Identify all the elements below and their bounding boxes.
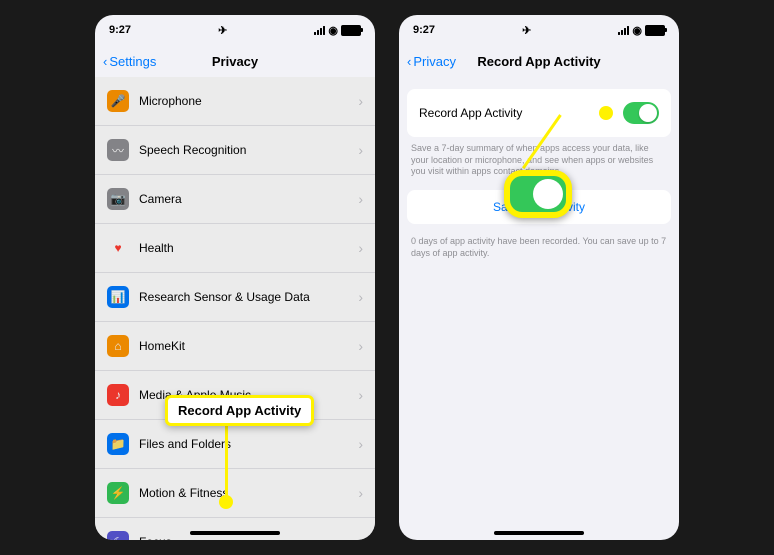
privacy-list: 🎤Microphone›〰Speech Recognition›📷Camera›…: [95, 77, 375, 540]
app-icon: 📷: [107, 188, 129, 210]
row-label: Speech Recognition: [139, 143, 358, 157]
back-label: Privacy: [413, 54, 456, 69]
annotation-dot: [219, 495, 233, 509]
toggle-label: Record App Activity: [419, 106, 623, 120]
app-icon: ♪: [107, 384, 129, 406]
wifi-icon: ◉: [328, 24, 338, 37]
phone-privacy-settings: 9:27 ✈ ◉ ‹ Settings Privacy 🎤Microphone›…: [95, 15, 375, 540]
list-item[interactable]: 📷 Camera›: [95, 175, 375, 224]
list-item[interactable]: 📊 Research Sensor & Usage Data›: [95, 273, 375, 322]
app-icon: ⌂: [107, 335, 129, 357]
back-button[interactable]: ‹ Settings: [103, 54, 156, 69]
annotation-dot: [599, 106, 613, 120]
home-indicator: [494, 531, 584, 535]
callout-toggle-icon: [504, 170, 572, 218]
battery-icon: [645, 25, 665, 36]
record-toggle-row[interactable]: Record App Activity: [407, 89, 671, 137]
nav-bar: ‹ Privacy Record App Activity: [399, 45, 679, 77]
app-icon: 📊: [107, 286, 129, 308]
page-title: Privacy: [212, 54, 258, 69]
status-time: 9:27: [109, 24, 131, 36]
list-item[interactable]: 〰 Speech Recognition›: [95, 126, 375, 175]
back-label: Settings: [109, 54, 156, 69]
chevron-right-icon: ›: [358, 142, 363, 158]
list-item[interactable]: 🎤 Microphone›: [95, 77, 375, 126]
app-icon: ☾: [107, 531, 129, 540]
list-item[interactable]: 📁 Files and Folders›: [95, 420, 375, 469]
annotation-line: [225, 423, 228, 499]
chevron-right-icon: ›: [358, 191, 363, 207]
list-item[interactable]: ⌂ HomeKit›: [95, 322, 375, 371]
chevron-right-icon: ›: [358, 436, 363, 452]
row-label: Research Sensor & Usage Data: [139, 290, 358, 304]
row-label: HomeKit: [139, 339, 358, 353]
record-toggle[interactable]: [623, 102, 659, 124]
app-icon: ⚡: [107, 482, 129, 504]
chevron-right-icon: ›: [358, 485, 363, 501]
battery-icon: [341, 25, 361, 36]
status-time: 9:27: [413, 24, 435, 36]
row-label: Motion & Fitness: [139, 486, 358, 500]
row-label: Microphone: [139, 94, 358, 108]
status-indicators: ◉: [618, 24, 665, 37]
callout-record-app-activity: Record App Activity: [165, 395, 314, 426]
save-description: 0 days of app activity have been recorde…: [399, 230, 679, 265]
chevron-left-icon: ‹: [103, 54, 107, 69]
status-bar: 9:27 ✈ ◉: [399, 15, 679, 45]
page-title: Record App Activity: [477, 54, 600, 69]
chevron-right-icon: ›: [358, 534, 363, 540]
chevron-right-icon: ›: [358, 387, 363, 403]
wifi-icon: ◉: [632, 24, 642, 37]
row-label: Camera: [139, 192, 358, 206]
signal-icon: [618, 26, 629, 35]
chevron-right-icon: ›: [358, 338, 363, 354]
app-icon: 〰: [107, 139, 129, 161]
scroll-content[interactable]: 🎤Microphone›〰Speech Recognition›📷Camera›…: [95, 77, 375, 540]
app-icon: 📁: [107, 433, 129, 455]
app-icon: ♥: [107, 237, 129, 259]
back-button[interactable]: ‹ Privacy: [407, 54, 456, 69]
row-label: Focus: [139, 535, 358, 540]
app-icon: 🎤: [107, 90, 129, 112]
status-indicators: ◉: [314, 24, 361, 37]
row-label: Health: [139, 241, 358, 255]
row-label: Files and Folders: [139, 437, 358, 451]
list-item[interactable]: ♥ Health›: [95, 224, 375, 273]
list-item[interactable]: ⚡ Motion & Fitness›: [95, 469, 375, 518]
chevron-left-icon: ‹: [407, 54, 411, 69]
nav-bar: ‹ Settings Privacy: [95, 45, 375, 77]
list-item[interactable]: ☾ Focus›: [95, 518, 375, 540]
chevron-right-icon: ›: [358, 289, 363, 305]
home-indicator: [190, 531, 280, 535]
chevron-right-icon: ›: [358, 93, 363, 109]
chevron-right-icon: ›: [358, 240, 363, 256]
status-bar: 9:27 ✈ ◉: [95, 15, 375, 45]
toggle-section: Record App Activity: [407, 89, 671, 137]
signal-icon: [314, 26, 325, 35]
phone-record-activity: 9:27 ✈ ◉ ‹ Privacy Record App Activity R…: [399, 15, 679, 540]
